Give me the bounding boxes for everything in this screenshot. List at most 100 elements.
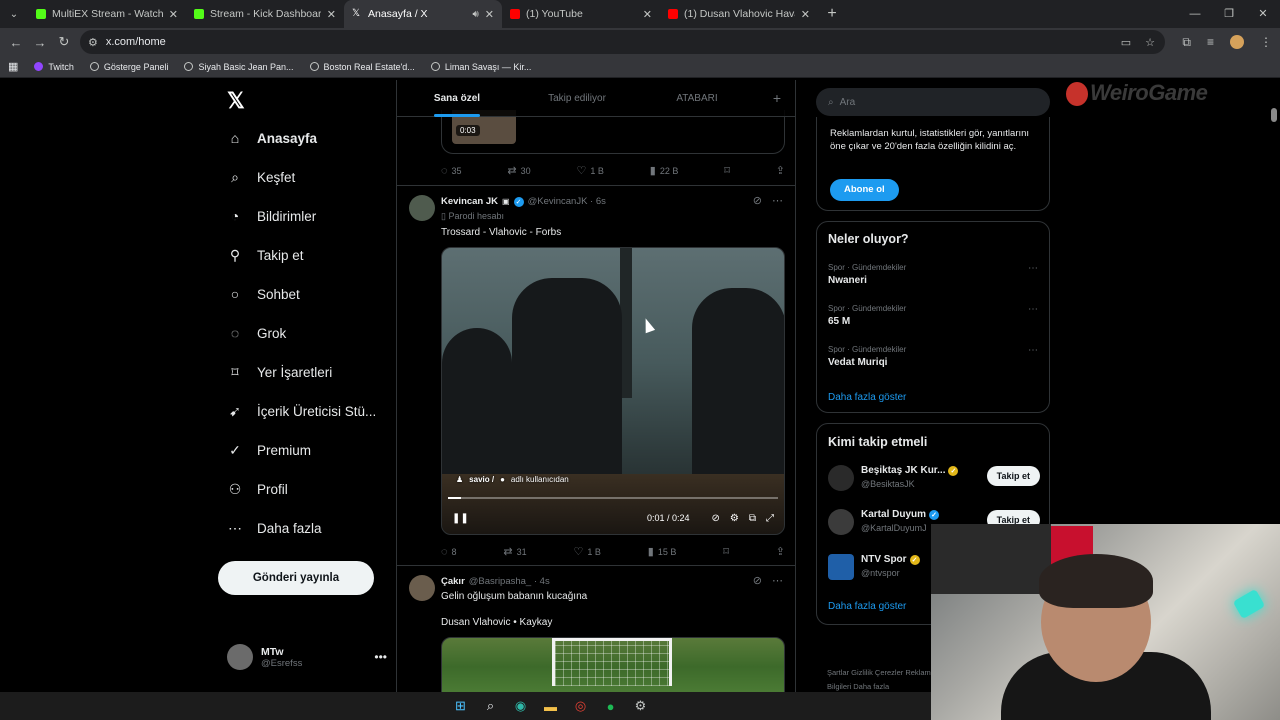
suggested-account[interactable]: Beşiktaş JK Kur... ✓ @BesiktasJK Takip et (828, 465, 1040, 495)
author-handle[interactable]: @Basripasha_ · 4s (469, 576, 550, 587)
cast-icon[interactable]: ▭ (1121, 36, 1131, 49)
avatar[interactable] (409, 575, 435, 601)
more-icon[interactable]: ⋯ (772, 194, 783, 207)
trend-item[interactable]: Spor · Gündemdekiler Nwaneri ⋯ (828, 263, 1038, 286)
more-icon[interactable]: ⋯ (772, 574, 783, 587)
like-button[interactable]: ♡ 1 B (574, 545, 601, 558)
share-button[interactable]: ⇪ (776, 164, 785, 177)
show-more-link[interactable]: Daha fazla göster (828, 392, 906, 403)
more-icon[interactable]: ••• (374, 650, 387, 664)
views-button[interactable]: ▮ 22 B (650, 164, 679, 177)
author-handle[interactable]: @KevincanJK · 6s (528, 196, 606, 207)
address-bar[interactable]: ⚙ x.com/home ▭ ☆ (80, 30, 1165, 54)
nav-premium[interactable]: ✓ Premium (227, 442, 311, 458)
close-window-icon[interactable]: ✕ (1246, 0, 1280, 28)
nav-notifications[interactable]: ◔ Bildirimler (227, 208, 317, 224)
post-button[interactable]: Gönderi yayınla (218, 561, 374, 595)
nav-profile[interactable]: ⚇ Profil (227, 481, 288, 497)
video-progress[interactable] (448, 497, 778, 499)
more-icon[interactable]: ⋯ (1028, 345, 1038, 356)
account-switcher[interactable]: MTw @Esrefss ••• (227, 644, 387, 670)
browser-tab-active[interactable]: 𝕏 Anasayfa / X 🔊︎ ✕ (344, 0, 502, 28)
bookmark-button[interactable]: ⌑ (724, 164, 730, 177)
trend-item[interactable]: Spor · Gündemdekiler Vedat Muriqi ⋯ (828, 345, 1038, 368)
nav-chat[interactable]: ○ Sohbet (227, 286, 300, 302)
site-info-icon[interactable]: ⚙ (88, 36, 98, 49)
trend-item[interactable]: Spor · Gündemdekiler 65 M ⋯ (828, 304, 1038, 327)
nav-home[interactable]: ⌂ Anasayfa (227, 130, 317, 146)
speaker-icon[interactable]: 🔊︎ (472, 9, 478, 20)
subscribe-button[interactable]: Abone ol (830, 179, 899, 201)
nav-creator-studio[interactable]: ➹ İçerik Üreticisi Stü... (227, 403, 376, 419)
video-player[interactable]: ♟ savio / ● adlı kullanıcıdan ❚❚ 0:01 / … (441, 247, 785, 535)
extensions-icon[interactable]: ⧉ (1182, 35, 1191, 50)
search-input[interactable]: ⌕ Ara (816, 88, 1050, 116)
views-button[interactable]: ▮ 15 B (648, 545, 677, 558)
follow-button[interactable]: Takip et (986, 466, 1040, 486)
author-name[interactable]: Çakır (441, 576, 465, 587)
share-button[interactable]: ⇪ (776, 545, 785, 558)
bookmark-button[interactable]: ⌑ (723, 545, 729, 558)
bookmark-item[interactable]: Siyah Basic Jean Pan... (176, 62, 301, 72)
chrome-icon[interactable]: ◎ (573, 698, 589, 714)
tweet-media[interactable] (441, 637, 785, 692)
back-icon[interactable]: ← (4, 35, 28, 50)
tab-close-icon[interactable]: ✕ (169, 8, 178, 21)
show-more-link[interactable]: Daha fazla göster (828, 601, 906, 612)
repost-button[interactable]: ⇄ 30 (507, 164, 530, 177)
bookmark-item[interactable]: Liman Savaşı — Kir... (423, 62, 540, 72)
reload-icon[interactable]: ↻ (52, 34, 76, 50)
nav-bookmarks[interactable]: ⌑ Yer İşaretleri (227, 364, 332, 380)
browser-tab[interactable]: (1) YouTube ✕ (502, 0, 660, 28)
pip-icon[interactable]: ⧉ (749, 513, 756, 524)
like-button[interactable]: ♡ 1 B (577, 164, 604, 177)
settings-icon[interactable]: ⚙ (730, 513, 739, 524)
fullscreen-icon[interactable]: ⤢ (766, 513, 774, 524)
settings-icon[interactable]: ⚙ (633, 698, 649, 714)
file-explorer-icon[interactable]: ▬ (543, 698, 559, 714)
bookmark-item[interactable]: Twitch (26, 62, 82, 72)
tab-search-icon[interactable]: ⌄ (0, 0, 28, 28)
tab-close-icon[interactable]: ✕ (485, 8, 494, 21)
more-icon[interactable]: ⋯ (1028, 263, 1038, 274)
nav-more[interactable]: ⋯ Daha fazla (227, 520, 322, 536)
tab-atabari[interactable]: ATABARI (637, 80, 757, 117)
repost-button[interactable]: ⇄ 31 (503, 545, 526, 558)
browser-menu-icon[interactable]: ⋮ (1260, 35, 1272, 49)
new-tab-button[interactable]: + (818, 5, 846, 23)
scrollbar[interactable] (1271, 108, 1277, 122)
minimize-icon[interactable]: — (1178, 0, 1212, 28)
x-logo-icon[interactable]: 𝕏 (227, 88, 245, 114)
tab-for-you[interactable]: Sana özel (397, 80, 517, 117)
profile-avatar-icon[interactable] (1230, 35, 1244, 49)
browser-tab[interactable]: Stream - Kick Dashboard ✕ (186, 0, 344, 28)
apps-icon[interactable]: ▦ (0, 60, 26, 73)
edge-icon[interactable]: ◉ (513, 698, 529, 714)
avatar[interactable] (409, 195, 435, 221)
pause-icon[interactable]: ❚❚ (452, 513, 469, 524)
nav-explore[interactable]: ⌕ Keşfet (227, 169, 295, 185)
grok-icon[interactable]: ⊘ (753, 574, 762, 587)
bookmark-item[interactable]: Gösterge Paneli (82, 62, 177, 72)
more-icon[interactable]: ⋯ (1028, 304, 1038, 315)
tab-close-icon[interactable]: ✕ (801, 8, 810, 21)
media-icon[interactable]: ≡ (1207, 35, 1214, 49)
tab-following[interactable]: Takip ediliyor (517, 80, 637, 117)
spotify-icon[interactable]: ● (603, 698, 619, 714)
mute-icon[interactable]: ⊘ (712, 513, 720, 524)
browser-tab[interactable]: MultiEX Stream - Watch Live on ✕ (28, 0, 186, 28)
add-tab-icon[interactable]: + (757, 90, 795, 106)
bookmark-item[interactable]: Boston Real Estate'd... (302, 62, 423, 72)
footer-links[interactable]: Şartlar Gizlilik Çerezler Reklam Bilgile… (827, 666, 947, 694)
bookmark-star-icon[interactable]: ☆ (1145, 36, 1155, 49)
restore-icon[interactable]: ❐ (1212, 0, 1246, 28)
nav-grok[interactable]: ◌ Grok (227, 325, 286, 341)
forward-icon[interactable]: → (28, 35, 52, 50)
grok-icon[interactable]: ⊘ (753, 194, 762, 207)
nav-follow[interactable]: ⚲ Takip et (227, 247, 304, 263)
tab-close-icon[interactable]: ✕ (643, 8, 652, 21)
reply-button[interactable]: ◌ 8 (441, 545, 457, 558)
tab-close-icon[interactable]: ✕ (327, 8, 336, 21)
browser-tab[interactable]: (1) Dusan Vlahovic Havalimanın ✕ (660, 0, 818, 28)
windows-start-icon[interactable]: ⊞ (453, 698, 469, 714)
